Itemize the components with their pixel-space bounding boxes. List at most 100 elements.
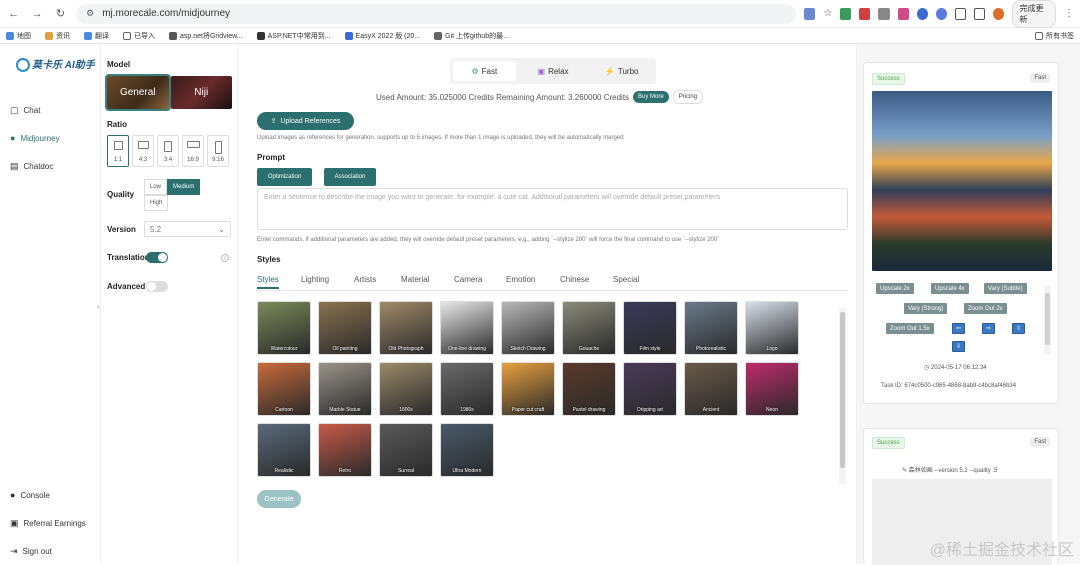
advanced-toggle[interactable]	[146, 281, 168, 292]
extension-icon[interactable]	[935, 7, 947, 20]
tab-camera[interactable]: Camera	[454, 275, 482, 284]
upscale-4x-button[interactable]: Upscale 4x	[931, 283, 969, 294]
version-select[interactable]: 5.2 ⌄	[144, 221, 231, 237]
style-tile[interactable]: Paper cut craft	[501, 362, 555, 416]
bookmark-item[interactable]: asp.net将Gridview...	[169, 31, 243, 41]
update-button[interactable]: 完成更新	[1012, 0, 1057, 28]
bookmark-item[interactable]: 资讯	[45, 31, 70, 41]
pan-left-icon[interactable]: ⇦	[952, 323, 965, 334]
zoom-out-2x-button[interactable]: Zoom Out 2x	[964, 303, 1007, 314]
style-tile[interactable]: One-line drawing	[440, 301, 494, 355]
ratio-option[interactable]: 16:9	[182, 135, 204, 167]
translation-toggle[interactable]	[146, 252, 168, 263]
style-tile[interactable]: Retro	[318, 423, 372, 477]
bookmark-star-icon[interactable]: ☆	[823, 8, 832, 19]
result-image[interactable]	[872, 91, 1052, 271]
nav-item-referral[interactable]: ▣ Referral Earnings	[10, 518, 86, 529]
tab-special[interactable]: Special	[613, 275, 639, 284]
extension-icon[interactable]	[840, 7, 852, 20]
tab-artists[interactable]: Artists	[354, 275, 376, 284]
bookmark-item[interactable]: 翻译	[84, 31, 109, 41]
menu-icon[interactable]: ⋮	[1064, 8, 1074, 19]
nav-item-chatdoc[interactable]: ▤ Chatdoc	[10, 161, 53, 172]
optimization-button[interactable]: Optimization	[257, 168, 312, 186]
sidepanel-icon[interactable]	[974, 7, 986, 20]
style-tile[interactable]: 1800s	[379, 362, 433, 416]
bookmark-item[interactable]: 地图	[6, 31, 31, 41]
style-tile[interactable]: Dripping art	[623, 362, 677, 416]
mode-fast[interactable]: ⚙ Fast	[453, 61, 516, 81]
site-info-icon[interactable]: ⚙	[86, 8, 94, 19]
ratio-option[interactable]: 3:4	[157, 135, 179, 167]
style-tile[interactable]: Old Photograph	[379, 301, 433, 355]
quality-option-high[interactable]: High	[144, 195, 169, 211]
pricing-button[interactable]: Pricing	[672, 90, 704, 104]
model-option-niji[interactable]: Niji	[170, 76, 232, 109]
all-bookmarks[interactable]: 所有书签	[1035, 31, 1074, 41]
style-scrollbar[interactable]	[839, 308, 846, 484]
generate-button[interactable]: Generate	[257, 490, 301, 508]
forward-icon[interactable]: →	[29, 8, 44, 20]
info-icon[interactable]: i	[221, 254, 229, 262]
extension-icon[interactable]	[897, 7, 909, 20]
style-tile[interactable]: Ancient	[684, 362, 738, 416]
style-tile[interactable]: Ultra Modern	[440, 423, 494, 477]
style-tile[interactable]: Realistic	[257, 423, 311, 477]
extensions-puzzle-icon[interactable]	[954, 7, 967, 20]
style-tile[interactable]: Watercolour	[257, 301, 311, 355]
nav-item-chat[interactable]: ▢ Chat	[10, 105, 40, 116]
extension-icon[interactable]	[916, 7, 928, 20]
quality-option-low[interactable]: Low	[144, 179, 168, 195]
vary-subtle-button[interactable]: Vary (Subtle)	[984, 283, 1027, 294]
upscale-2x-button[interactable]: Upscale 2x	[876, 283, 914, 294]
pan-down-icon[interactable]: ⇩	[952, 341, 965, 352]
model-option-general[interactable]: General	[105, 74, 171, 111]
style-tile[interactable]: Cartoon	[257, 362, 311, 416]
style-tile[interactable]: Marble Statue	[318, 362, 372, 416]
style-tile[interactable]: Oil painting	[318, 301, 372, 355]
quality-option-medium[interactable]: Medium	[167, 179, 201, 195]
upload-references-button[interactable]: ⇪ Upload References	[257, 112, 354, 130]
extension-icon[interactable]	[859, 7, 871, 20]
zoom-out-1-5x-button[interactable]: Zoom Out 1.5x	[886, 323, 934, 334]
pan-right-icon[interactable]: ⇨	[982, 323, 995, 334]
actions-scrollbar[interactable]	[1044, 285, 1051, 355]
bookmark-item[interactable]: Git 上传github的最...	[434, 31, 509, 41]
collapse-chevron-icon[interactable]: ‹	[97, 302, 100, 311]
nav-item-midjourney[interactable]: ● Midjourney	[10, 133, 60, 143]
tab-lighting[interactable]: Lighting	[301, 275, 329, 284]
reload-icon[interactable]: ↻	[53, 7, 68, 20]
style-tile[interactable]: Film style	[623, 301, 677, 355]
extension-icon[interactable]	[878, 7, 890, 20]
address-bar[interactable]: ⚙ mj.morecale.com/midjourney	[76, 3, 797, 24]
style-tile[interactable]: Gouache	[562, 301, 616, 355]
style-tile[interactable]: Sketch Drawing	[501, 301, 555, 355]
style-tile[interactable]: Logo	[745, 301, 799, 355]
mode-turbo[interactable]: ⚡ Turbo	[590, 61, 653, 81]
style-tile[interactable]: Surreal	[379, 423, 433, 477]
bookmark-item[interactable]: ASP.NET中常用到...	[256, 31, 331, 41]
style-tile[interactable]: Pastel drawing	[562, 362, 616, 416]
tab-styles[interactable]: Styles	[257, 275, 279, 289]
avatar[interactable]	[993, 7, 1005, 20]
buy-more-button[interactable]: Buy More	[633, 91, 669, 103]
back-icon[interactable]: ←	[6, 8, 21, 20]
translate-icon[interactable]	[804, 7, 816, 20]
pan-up-icon[interactable]: ⇧	[1012, 323, 1025, 334]
bookmark-item[interactable]: EasyX 2022 版 (20...	[344, 31, 420, 41]
vary-strong-button[interactable]: Vary (Strong)	[904, 303, 948, 314]
bookmark-item[interactable]: 已导入	[123, 31, 155, 41]
style-tile[interactable]: 1980s	[440, 362, 494, 416]
mode-relax[interactable]: ▣ Relax	[522, 61, 585, 81]
style-tile[interactable]: Neon	[745, 362, 799, 416]
ratio-option[interactable]: 4:3	[132, 135, 154, 167]
tab-chinese[interactable]: Chinese	[560, 275, 589, 284]
style-tile[interactable]: Photorealistic	[684, 301, 738, 355]
nav-item-console[interactable]: ● Console	[10, 490, 50, 500]
tab-emotion[interactable]: Emotion	[506, 275, 535, 284]
ratio-option[interactable]: 1:1	[107, 135, 129, 167]
prompt-input[interactable]: Enter a sentence to describe the image y…	[257, 188, 848, 230]
ratio-option[interactable]: 9:16	[207, 135, 229, 167]
nav-item-sign-out[interactable]: ⇥ Sign out	[10, 546, 52, 557]
association-button[interactable]: Association	[324, 168, 376, 186]
